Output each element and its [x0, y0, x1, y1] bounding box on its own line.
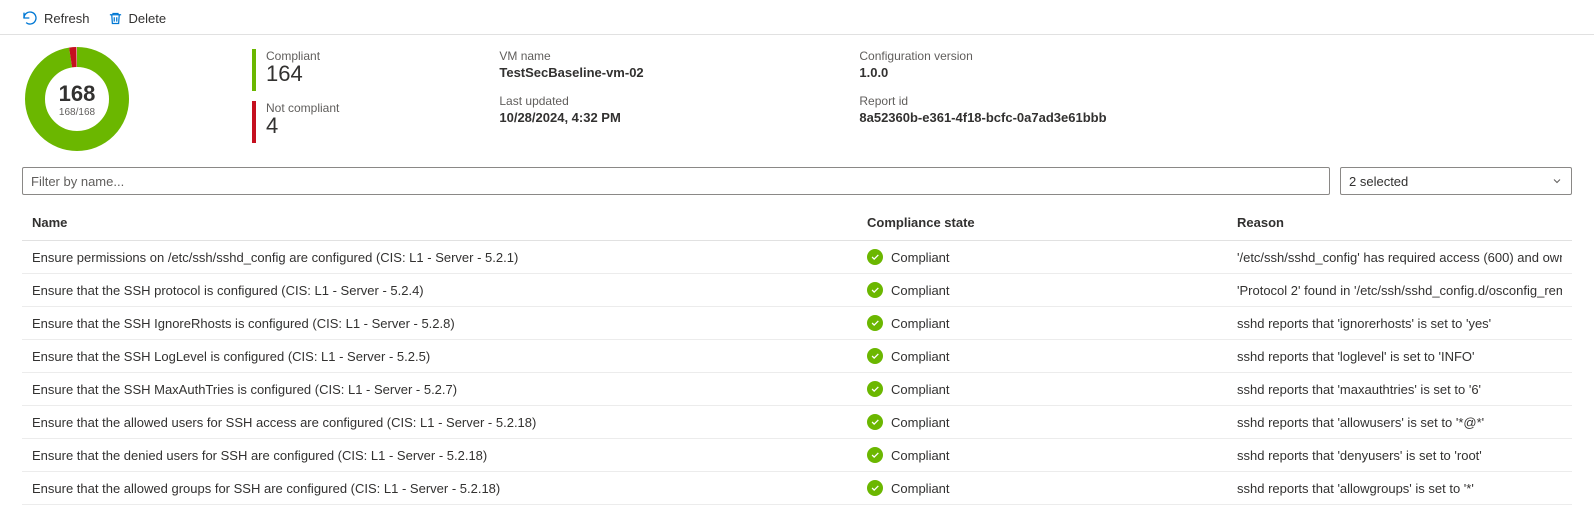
filter-bar: 2 selected: [0, 167, 1594, 203]
compliance-state-text: Compliant: [891, 349, 950, 364]
cell-compliance-state: Compliant: [867, 348, 1237, 364]
table-row[interactable]: Ensure permissions on /etc/ssh/sshd_conf…: [22, 241, 1572, 274]
check-circle-icon: [867, 447, 883, 463]
meta-last-updated-value: 10/28/2024, 4:32 PM: [499, 110, 859, 125]
check-circle-icon: [867, 315, 883, 331]
meta-report-id: Report id 8a52360b-e361-4f18-bcfc-0a7ad3…: [859, 94, 1219, 125]
cell-compliance-state: Compliant: [867, 315, 1237, 331]
table-row[interactable]: Ensure that the allowed users for SSH ac…: [22, 406, 1572, 439]
compliance-filter-dropdown[interactable]: 2 selected: [1340, 167, 1572, 195]
dropdown-label: 2 selected: [1349, 174, 1408, 189]
meta-vm-name-value: TestSecBaseline-vm-02: [499, 65, 859, 80]
table-body: Ensure permissions on /etc/ssh/sshd_conf…: [22, 241, 1572, 505]
refresh-label: Refresh: [44, 11, 90, 26]
delete-button[interactable]: Delete: [108, 10, 167, 26]
check-circle-icon: [867, 348, 883, 364]
cell-reason: sshd reports that 'loglevel' is set to '…: [1237, 349, 1562, 364]
meta-vm-name: VM name TestSecBaseline-vm-02: [499, 49, 859, 80]
check-circle-icon: [867, 381, 883, 397]
th-reason[interactable]: Reason: [1237, 215, 1562, 230]
cell-name: Ensure that the SSH MaxAuthTries is conf…: [32, 382, 867, 397]
meta-config-version: Configuration version 1.0.0: [859, 49, 1219, 80]
stat-bar-red: [252, 101, 256, 143]
meta-report-id-value: 8a52360b-e361-4f18-bcfc-0a7ad3e61bbb: [859, 110, 1219, 125]
cell-name: Ensure that the SSH protocol is configur…: [32, 283, 867, 298]
th-name[interactable]: Name: [32, 215, 867, 230]
compliance-state-text: Compliant: [891, 382, 950, 397]
donut-sub: 168/168: [59, 107, 95, 118]
refresh-icon: [22, 10, 38, 26]
cell-compliance-state: Compliant: [867, 249, 1237, 265]
toolbar: Refresh Delete: [0, 0, 1594, 35]
table-header: Name Compliance state Reason: [22, 203, 1572, 241]
stat-not-compliant: Not compliant 4: [252, 101, 339, 143]
table-row[interactable]: Ensure that the allowed groups for SSH a…: [22, 472, 1572, 505]
stat-bar-green: [252, 49, 256, 91]
cell-compliance-state: Compliant: [867, 381, 1237, 397]
chevron-down-icon: [1551, 175, 1563, 187]
cell-reason: '/etc/ssh/sshd_config' has required acce…: [1237, 250, 1562, 265]
meta-vm-name-label: VM name: [499, 49, 859, 63]
meta-block: VM name TestSecBaseline-vm-02 Configurat…: [499, 49, 1219, 125]
refresh-button[interactable]: Refresh: [22, 10, 90, 26]
meta-config-version-value: 1.0.0: [859, 65, 1219, 80]
compliance-state-text: Compliant: [891, 283, 950, 298]
meta-last-updated: Last updated 10/28/2024, 4:32 PM: [499, 94, 859, 125]
results-table: Name Compliance state Reason Ensure perm…: [0, 203, 1594, 505]
stat-compliant-value: 164: [266, 61, 320, 87]
check-circle-icon: [867, 480, 883, 496]
cell-name: Ensure that the allowed users for SSH ac…: [32, 415, 867, 430]
trash-icon: [108, 11, 123, 26]
cell-reason: sshd reports that 'allowusers' is set to…: [1237, 415, 1562, 430]
cell-name: Ensure that the SSH LogLevel is configur…: [32, 349, 867, 364]
cell-name: Ensure that the denied users for SSH are…: [32, 448, 867, 463]
delete-label: Delete: [129, 11, 167, 26]
stat-not-compliant-value: 4: [266, 113, 339, 139]
compliance-state-text: Compliant: [891, 316, 950, 331]
compliance-state-text: Compliant: [891, 250, 950, 265]
th-state[interactable]: Compliance state: [867, 215, 1237, 230]
cell-compliance-state: Compliant: [867, 414, 1237, 430]
table-row[interactable]: Ensure that the SSH IgnoreRhosts is conf…: [22, 307, 1572, 340]
compliance-state-text: Compliant: [891, 481, 950, 496]
stat-compliant: Compliant 164: [252, 49, 339, 91]
donut-chart: 168 168/168: [22, 47, 132, 151]
meta-config-version-label: Configuration version: [859, 49, 1219, 63]
compliance-state-text: Compliant: [891, 448, 950, 463]
stats-block: Compliant 164 Not compliant 4: [252, 49, 339, 143]
cell-reason: sshd reports that 'maxauthtries' is set …: [1237, 382, 1562, 397]
cell-reason: sshd reports that 'ignorerhosts' is set …: [1237, 316, 1562, 331]
check-circle-icon: [867, 414, 883, 430]
cell-compliance-state: Compliant: [867, 447, 1237, 463]
cell-name: Ensure permissions on /etc/ssh/sshd_conf…: [32, 250, 867, 265]
summary-section: 168 168/168 Compliant 164 Not compliant …: [0, 35, 1594, 167]
table-row[interactable]: Ensure that the SSH MaxAuthTries is conf…: [22, 373, 1572, 406]
cell-name: Ensure that the SSH IgnoreRhosts is conf…: [32, 316, 867, 331]
meta-last-updated-label: Last updated: [499, 94, 859, 108]
meta-report-id-label: Report id: [859, 94, 1219, 108]
cell-name: Ensure that the allowed groups for SSH a…: [32, 481, 867, 496]
table-row[interactable]: Ensure that the denied users for SSH are…: [22, 439, 1572, 472]
table-row[interactable]: Ensure that the SSH protocol is configur…: [22, 274, 1572, 307]
cell-reason: 'Protocol 2' found in '/etc/ssh/sshd_con…: [1237, 283, 1562, 298]
check-circle-icon: [867, 249, 883, 265]
compliance-state-text: Compliant: [891, 415, 950, 430]
table-row[interactable]: Ensure that the SSH LogLevel is configur…: [22, 340, 1572, 373]
filter-by-name-input[interactable]: [22, 167, 1330, 195]
check-circle-icon: [867, 282, 883, 298]
cell-reason: sshd reports that 'allowgroups' is set t…: [1237, 481, 1562, 496]
cell-compliance-state: Compliant: [867, 282, 1237, 298]
cell-compliance-state: Compliant: [867, 480, 1237, 496]
cell-reason: sshd reports that 'denyusers' is set to …: [1237, 448, 1562, 463]
donut-total: 168: [59, 81, 96, 107]
